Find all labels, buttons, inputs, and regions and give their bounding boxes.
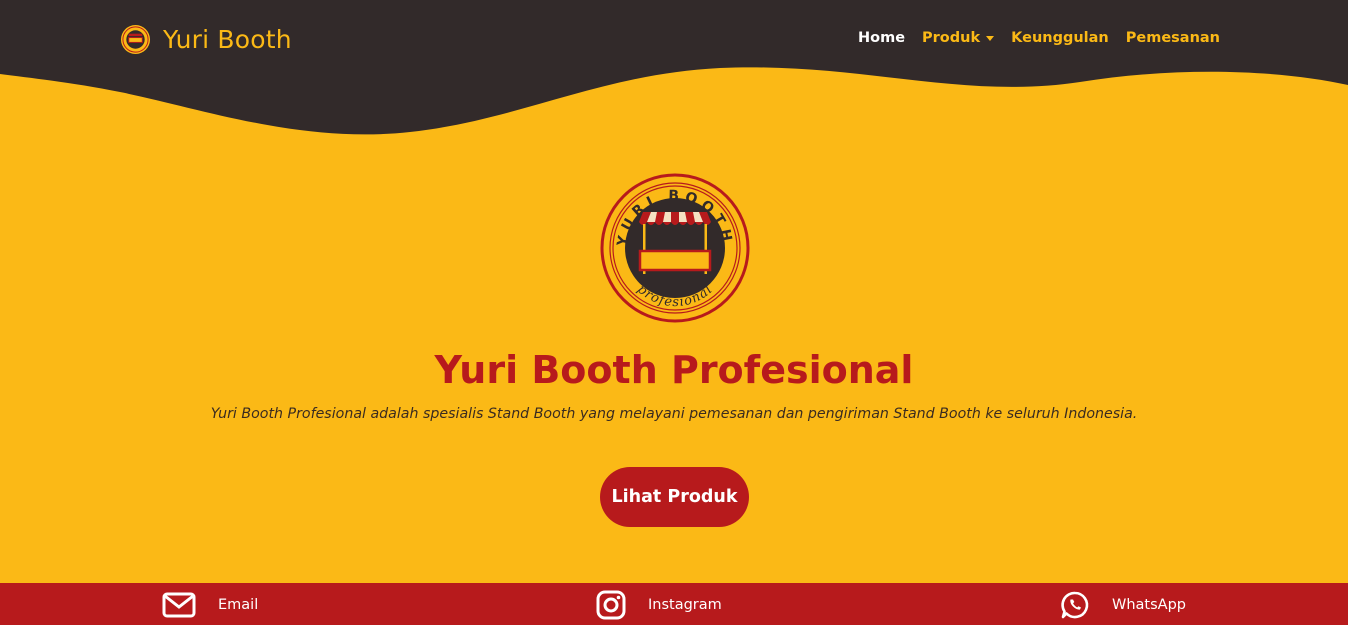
nav-home[interactable]: Home [858,30,905,46]
social-footer: Email Instagram WhatsApp [0,583,1348,625]
chevron-down-icon [986,35,995,41]
hero-logo: YURI BOOTH profesional [600,173,750,323]
whatsapp-icon [1061,591,1089,619]
brand-name: Yuri Booth [163,24,292,54]
social-whatsapp[interactable]: WhatsApp [1060,591,1186,619]
nav-produk-dropdown[interactable]: Produk [922,30,995,46]
email-label: Email [218,597,259,613]
yuri-booth-logo-icon [120,24,151,54]
instagram-icon [596,590,626,620]
navbar-brand[interactable]: Yuri Booth [120,22,292,56]
instagram-label: Instagram [648,597,722,613]
nav-pemesanan[interactable]: Pemesanan [1126,30,1220,46]
nav-produk-label: Produk [922,30,981,46]
social-instagram[interactable]: Instagram [596,590,722,620]
whatsapp-label: WhatsApp [1112,597,1186,613]
nav-links: Home Produk Keunggulan Pemesanan [858,30,1220,46]
navbar: Yuri Booth Home Produk Keunggulan Pemesa… [0,0,1348,80]
nav-keunggulan[interactable]: Keunggulan [1011,30,1109,46]
envelope-icon [162,592,196,618]
hero-title: Yuri Booth Profesional [434,348,914,392]
hero-description: Yuri Booth Profesional adalah spesialis … [210,406,1138,422]
social-email[interactable]: Email [162,591,258,619]
lihat-produk-button[interactable]: Lihat Produk [600,467,749,527]
